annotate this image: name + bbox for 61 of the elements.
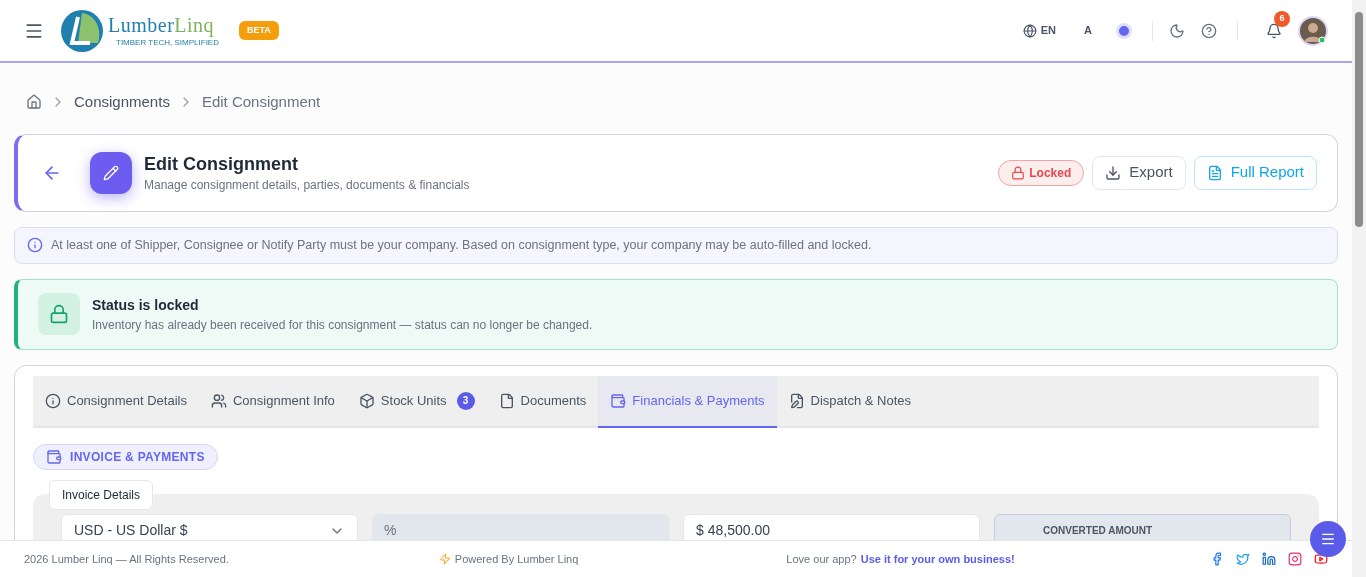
document-pen-icon	[788, 392, 805, 409]
tab[interactable]: Documents	[486, 375, 599, 428]
tab[interactable]: Consignment Info	[198, 375, 347, 428]
scrollbar[interactable]	[1352, 0, 1366, 577]
currency-select[interactable]: USD - US Dollar $	[61, 513, 358, 540]
logo-wordmark-accent: Linq	[174, 14, 215, 35]
download-icon	[1105, 164, 1122, 181]
pencil-icon	[90, 151, 132, 194]
copyright-text: 2026 Lumber Linq — All Rights Reserved.	[24, 551, 229, 567]
page-subtitle: Manage consignment details, parties, documents & financials	[144, 176, 470, 194]
youtube-icon[interactable]	[1314, 552, 1328, 566]
info-text: At least one of Shipper, Consignee or Notify Party must be your company. Based on consignment type, your company may be auto-filled and locked.	[51, 236, 872, 254]
logo-tagline: TIMBER TECH, SIMPLIFIED	[116, 38, 219, 47]
font-size-toggle[interactable]: A	[1084, 22, 1092, 39]
info-icon	[45, 392, 61, 409]
alert-title: Status is locked	[92, 295, 200, 315]
box-icon	[358, 392, 375, 409]
group-legend: Invoice Details	[49, 479, 154, 510]
amount-field[interactable]: $ 48,500.00	[683, 513, 980, 540]
beta-badge: BETA	[239, 20, 279, 41]
tab[interactable]: Consignment Details	[33, 375, 199, 428]
tab[interactable]: Financials & Payments	[598, 375, 777, 428]
tab[interactable]: Dispatch & Notes	[776, 375, 924, 428]
lightning-icon	[438, 553, 451, 565]
powered-by-text: Powered By Lumber Linq	[454, 551, 579, 567]
facebook-icon[interactable]	[1210, 552, 1224, 566]
section-chip: INVOICE & PAYMENTS	[33, 443, 218, 470]
notifications-icon[interactable]	[1266, 22, 1282, 39]
lock-icon	[38, 293, 80, 335]
floating-menu-button[interactable]	[1310, 521, 1346, 557]
page-title: Edit Consignment	[144, 152, 299, 176]
exchange-rate-field[interactable]: %	[372, 513, 669, 540]
home-icon[interactable]	[26, 94, 42, 111]
menu-icon	[1320, 531, 1336, 547]
export-button[interactable]: Export	[1092, 155, 1186, 190]
notification-count: 6	[1274, 10, 1290, 27]
help-icon[interactable]	[1201, 22, 1217, 39]
instagram-icon[interactable]	[1288, 552, 1302, 566]
users-icon	[210, 392, 227, 409]
document-icon	[1206, 164, 1223, 181]
info-icon	[27, 237, 43, 253]
bird-icon[interactable]	[1236, 552, 1250, 566]
alert-message: Inventory has already been received for this consignment — status can no longer be changed.	[92, 316, 593, 334]
language-selector[interactable]: EN	[1022, 22, 1057, 39]
tab[interactable]: Stock Units 3	[346, 375, 487, 428]
user-avatar[interactable]	[1298, 15, 1328, 46]
document-icon	[498, 392, 515, 409]
linkedin-icon[interactable]	[1262, 552, 1276, 566]
promo-link[interactable]: Use it for your own business!	[860, 550, 1015, 568]
promo-text: Love our app?	[786, 551, 857, 567]
wallet-icon	[46, 448, 62, 465]
breadcrumb-link[interactable]: Edit Consignment	[201, 91, 321, 114]
converted-amount-card: CONVERTED AMOUNT	[994, 513, 1291, 540]
wallet-icon	[610, 392, 627, 409]
breadcrumb-link[interactable]: Consignments	[74, 91, 170, 114]
count-badge: 3	[456, 391, 475, 410]
locked-badge: Locked	[998, 159, 1085, 186]
logo-wordmark: Lumber	[108, 14, 175, 35]
globe-icon	[1022, 23, 1037, 38]
logo-mark-icon	[60, 8, 104, 53]
dark-mode-icon[interactable]	[1169, 22, 1185, 39]
